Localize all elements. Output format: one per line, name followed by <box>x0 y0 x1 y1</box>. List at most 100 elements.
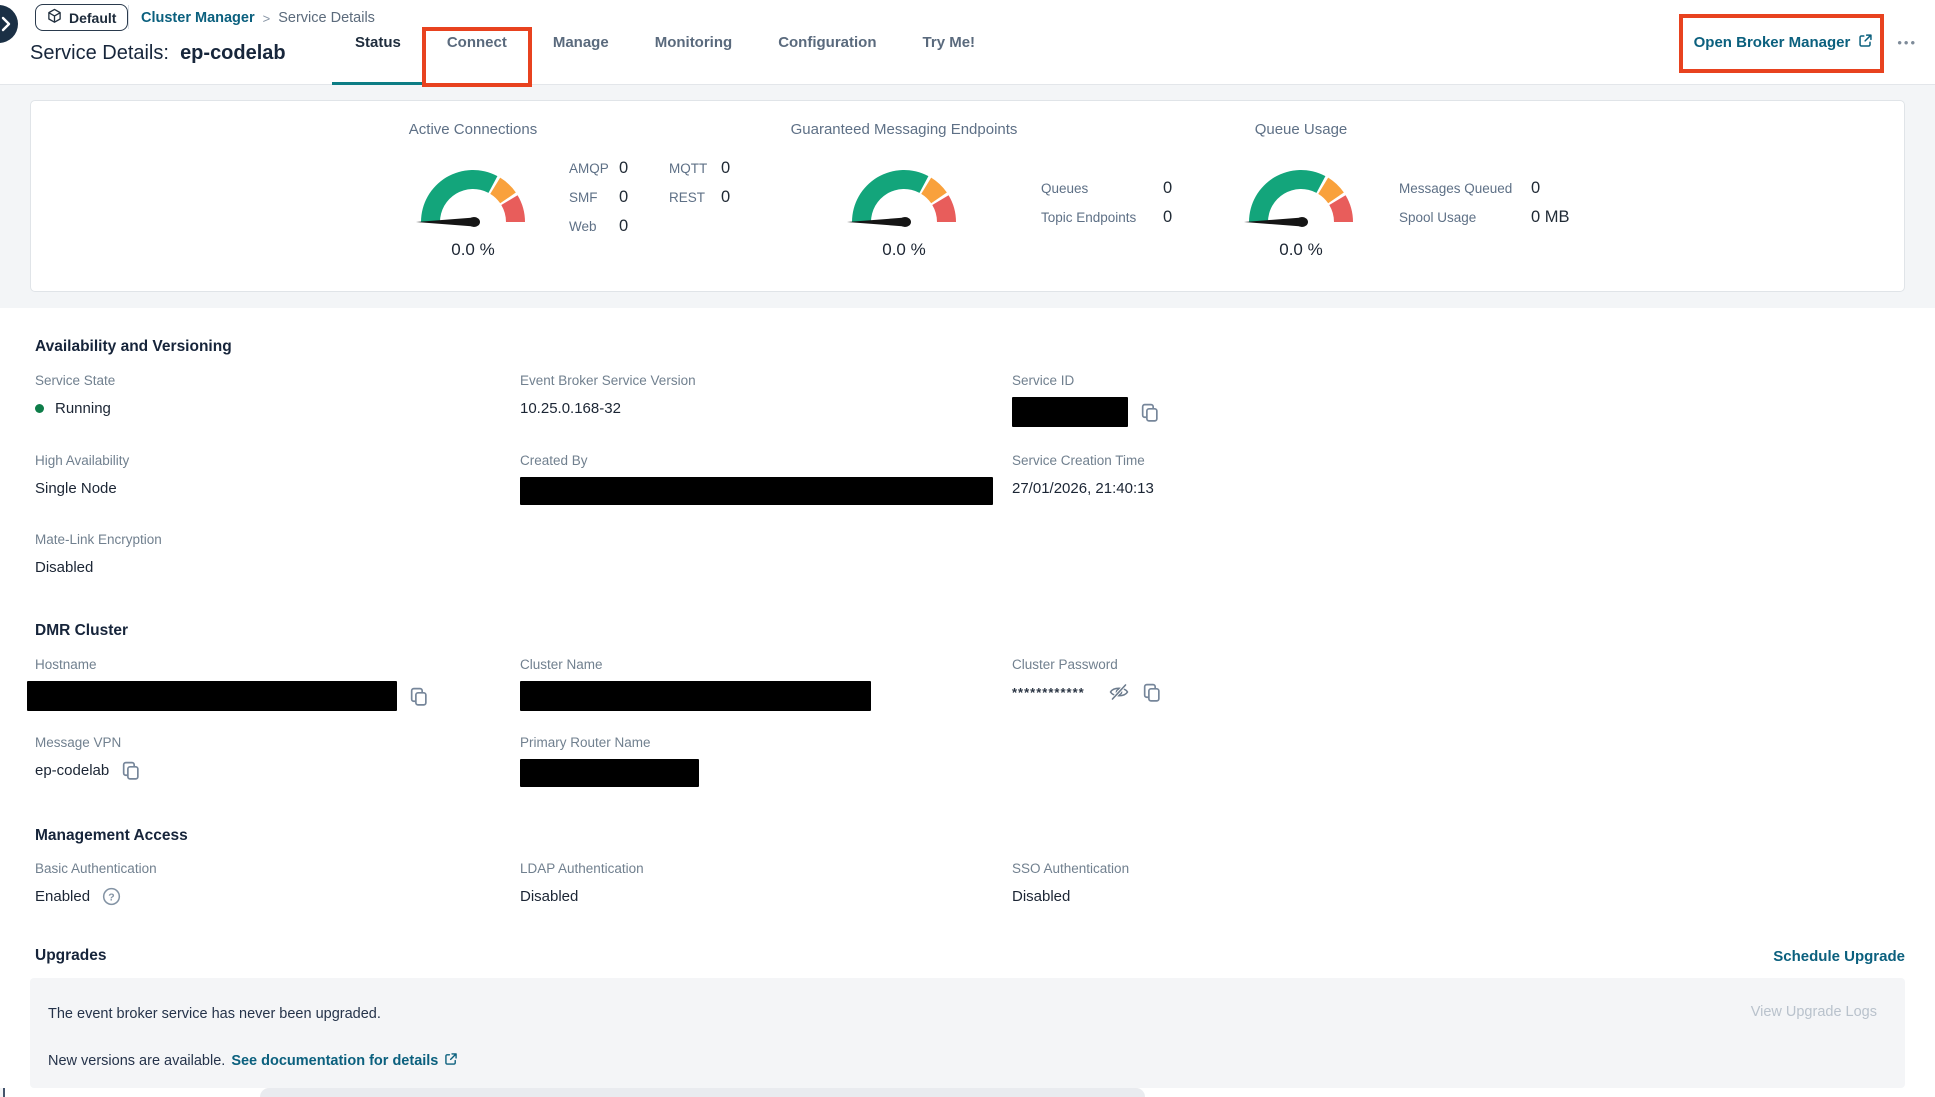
redacted-value <box>520 759 699 787</box>
masked-password-value: ************ <box>1012 685 1085 700</box>
copy-icon[interactable] <box>1141 682 1162 703</box>
page-header: Default Cluster Manager > Service Detail… <box>0 0 1935 85</box>
field-value: 27/01/2026, 21:40:13 <box>1012 480 1154 497</box>
tab-manage[interactable]: Manage <box>530 0 632 85</box>
stat-value: 0 <box>619 159 669 178</box>
copy-icon[interactable] <box>1139 402 1160 423</box>
stat-value: 0 <box>721 159 751 178</box>
tab-bar: Status Connect Manage Monitoring Configu… <box>332 0 998 85</box>
gauge-active-connections: Active Connections 0.0 % AMQP 0 MQTT 0 S… <box>383 121 751 260</box>
main-content: Availability and Versioning Service Stat… <box>0 308 1935 1088</box>
schedule-upgrade-link[interactable]: Schedule Upgrade <box>1773 948 1905 965</box>
field-version: Event Broker Service Version 10.25.0.168… <box>520 373 1012 427</box>
stat-value: 0 <box>721 188 751 207</box>
section-heading-management: Management Access <box>35 827 1905 845</box>
field-sso-authentication: SSO Authentication Disabled <box>1012 861 1905 907</box>
section-heading-dmr: DMR Cluster <box>35 622 1905 640</box>
breadcrumb-cluster-manager-link[interactable]: Cluster Manager <box>141 10 255 26</box>
copy-icon[interactable] <box>408 686 429 707</box>
section-heading-availability: Availability and Versioning <box>35 338 1905 356</box>
gauge-stats: Messages Queued 0 Spool Usage 0 MB <box>1399 179 1591 227</box>
redacted-value <box>1012 397 1128 427</box>
gauges-card: Active Connections 0.0 % AMQP 0 MQTT 0 S… <box>30 100 1905 292</box>
upgrades-card: The event broker service has never been … <box>30 978 1905 1088</box>
field-label: Message VPN <box>35 735 520 750</box>
field-label: High Availability <box>35 453 520 468</box>
help-icon[interactable]: ? <box>101 886 122 907</box>
field-primary-router-name: Primary Router Name <box>520 735 1012 787</box>
gauge-title: Guaranteed Messaging Endpoints <box>791 121 1018 138</box>
stat-label: Web <box>569 219 619 234</box>
stat-label: Queues <box>1041 181 1163 196</box>
tab-connect[interactable]: Connect <box>424 0 530 85</box>
field-label: Service State <box>35 373 520 388</box>
field-service-state: Service State Running <box>35 373 520 427</box>
field-ldap-authentication: LDAP Authentication Disabled <box>520 861 1012 907</box>
eye-slash-icon[interactable] <box>1108 681 1130 703</box>
field-value: 10.25.0.168-32 <box>520 400 621 417</box>
upgrade-status-message: The event broker service has never been … <box>48 1006 381 1022</box>
see-documentation-link[interactable]: See documentation for details <box>231 1052 458 1070</box>
redacted-value <box>27 681 397 711</box>
status-dot <box>35 404 44 413</box>
field-value: Single Node <box>35 480 117 497</box>
field-value: Disabled <box>35 559 93 576</box>
tab-monitoring[interactable]: Monitoring <box>632 0 755 85</box>
environment-badge[interactable]: Default <box>35 4 128 31</box>
tab-try-me[interactable]: Try Me! <box>900 0 999 85</box>
copy-icon[interactable] <box>120 760 141 781</box>
field-high-availability: High Availability Single Node <box>35 453 520 505</box>
redacted-value <box>520 477 993 505</box>
field-label: Cluster Password <box>1012 657 1905 672</box>
redacted-value <box>520 681 871 711</box>
external-link-icon <box>1858 33 1873 52</box>
cube-icon <box>47 8 62 27</box>
section-heading-upgrades: Upgrades <box>35 947 107 965</box>
more-menu-button[interactable]: ••• <box>1895 31 1919 54</box>
field-label: Hostname <box>35 657 520 672</box>
field-label: Primary Router Name <box>520 735 1012 750</box>
external-link-icon <box>444 1052 458 1070</box>
field-value: Running <box>55 400 111 417</box>
field-cluster-password: Cluster Password ************ <box>1012 657 1905 711</box>
header-divider <box>128 5 129 29</box>
gauge-queue-usage: Queue Usage 0.0 % Messages Queued 0 Spoo… <box>1211 121 1591 260</box>
field-basic-authentication: Basic Authentication Enabled ? <box>35 861 520 907</box>
gauge-stats: Queues 0 Topic Endpoints 0 <box>1041 179 1203 227</box>
tab-configuration[interactable]: Configuration <box>755 0 899 85</box>
field-message-vpn: Message VPN ep-codelab <box>35 735 520 787</box>
field-label: Basic Authentication <box>35 861 520 876</box>
environment-badge-label: Default <box>69 10 116 26</box>
field-label: SSO Authentication <box>1012 861 1905 876</box>
stat-label: Topic Endpoints <box>1041 210 1163 225</box>
field-label: Service Creation Time <box>1012 453 1905 468</box>
gauge-dial <box>398 142 548 234</box>
view-upgrade-logs-button[interactable]: View Upgrade Logs <box>1751 1004 1877 1020</box>
page-title: Service Details: ep-codelab <box>30 42 286 65</box>
tab-status[interactable]: Status <box>332 0 424 85</box>
gauge-stats: AMQP 0 MQTT 0 SMF 0 REST 0 Web 0 <box>569 159 751 236</box>
gauge-guaranteed-messaging-endpoints: Guaranteed Messaging Endpoints 0.0 % Que… <box>814 121 1203 260</box>
new-versions-message: New versions are available. See document… <box>48 1052 458 1070</box>
field-cluster-name: Cluster Name <box>520 657 1012 711</box>
stat-label: Spool Usage <box>1399 210 1531 225</box>
field-label: LDAP Authentication <box>520 861 1012 876</box>
stat-value: 0 <box>1163 208 1203 227</box>
open-broker-manager-button[interactable]: Open Broker Manager <box>1694 33 1874 52</box>
stat-label: MQTT <box>669 161 721 176</box>
service-details-page: Default Cluster Manager > Service Detail… <box>0 0 1935 1097</box>
stat-value: 0 <box>619 217 669 236</box>
gauge-percent: 0.0 % <box>451 240 494 260</box>
field-hostname: Hostname <box>35 657 520 711</box>
field-service-id: Service ID <box>1012 373 1905 427</box>
stat-value: 0 <box>1163 179 1203 198</box>
gauge-percent: 0.0 % <box>882 240 925 260</box>
gauge-percent: 0.0 % <box>1279 240 1322 260</box>
gauge-dial <box>1226 142 1376 234</box>
gauge-dial <box>829 142 979 234</box>
field-label: Event Broker Service Version <box>520 373 1012 388</box>
gauge-title: Active Connections <box>409 121 537 138</box>
field-label: Created By <box>520 453 1012 468</box>
header-actions: Open Broker Manager ••• <box>1694 0 1919 85</box>
upgrades-header-row: Upgrades Schedule Upgrade <box>35 947 1905 965</box>
